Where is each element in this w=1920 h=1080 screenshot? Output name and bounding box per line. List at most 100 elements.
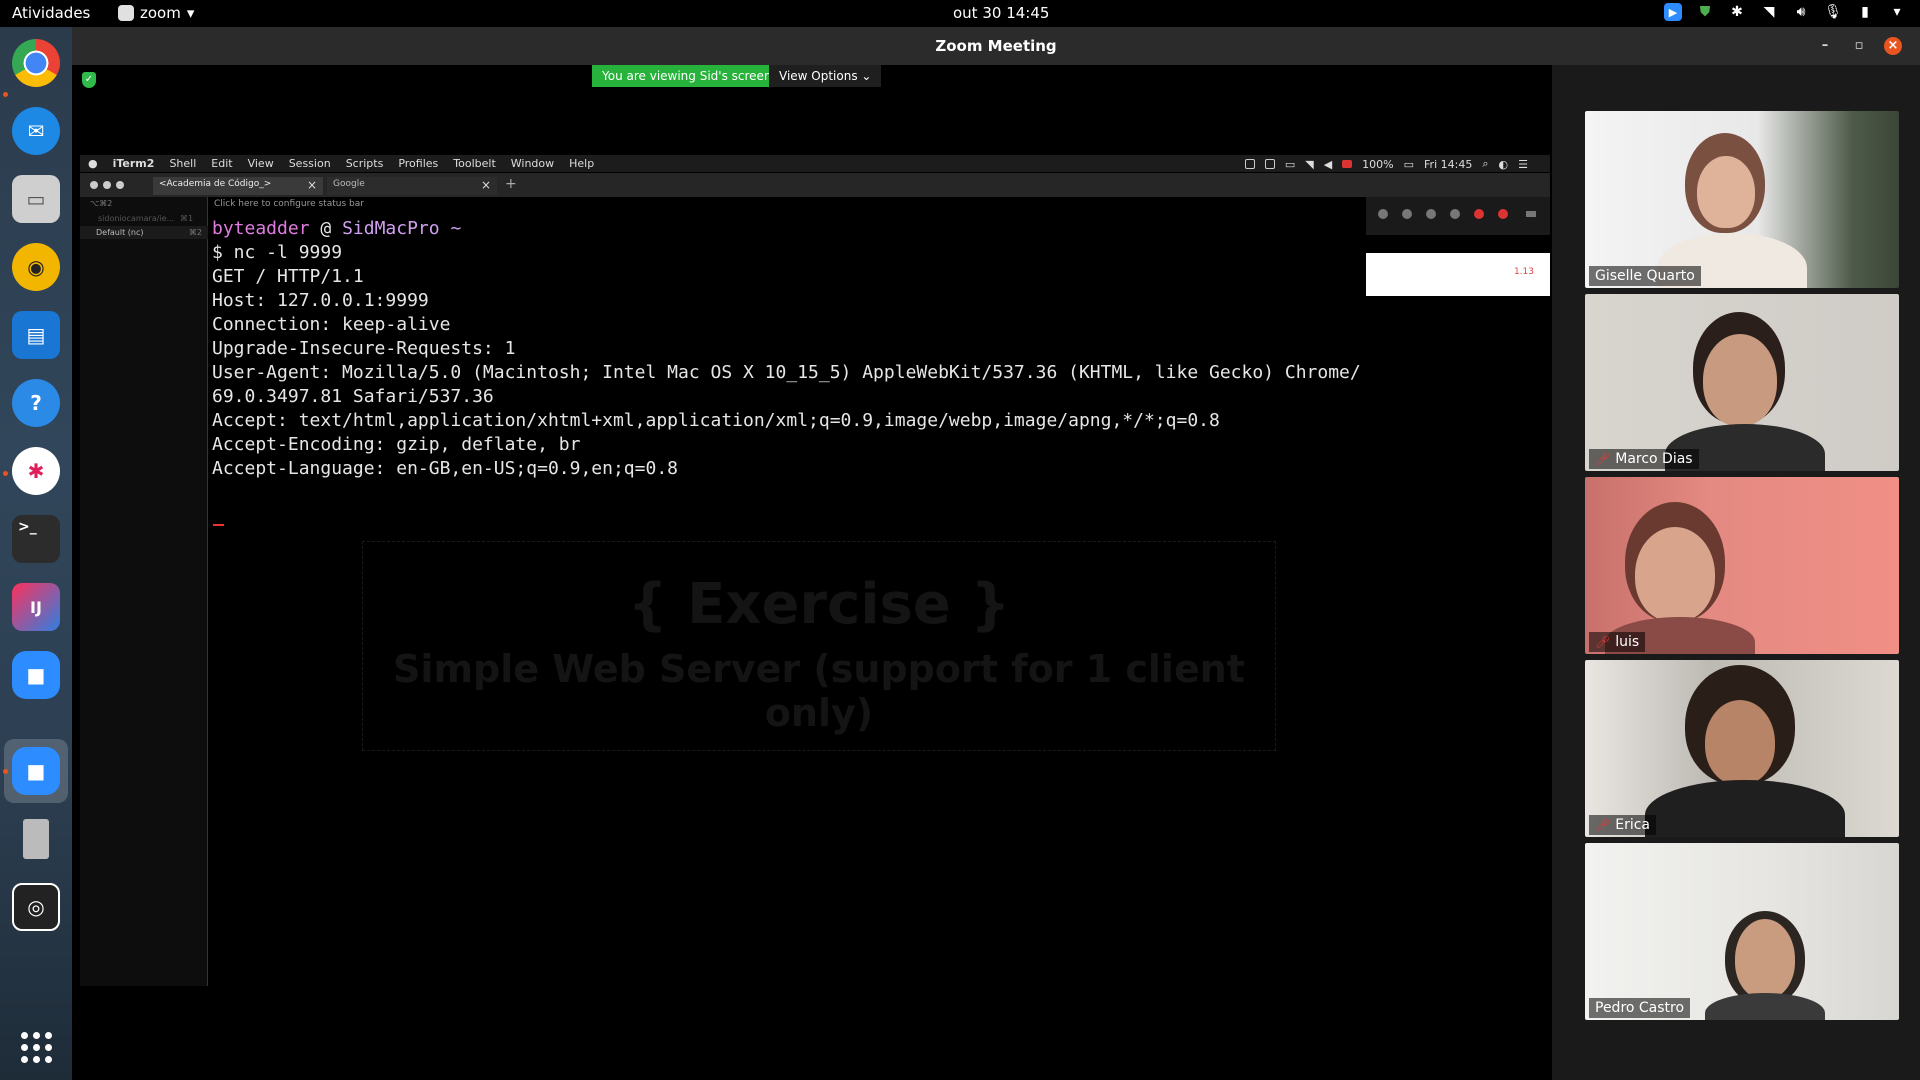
shield-tray-icon[interactable]: ⛊: [1696, 3, 1714, 21]
video-tile-giselle[interactable]: Giselle Quarto: [1585, 111, 1899, 288]
zoom-meeting-icon[interactable]: ■: [12, 747, 60, 795]
show-applications-icon[interactable]: [12, 1023, 60, 1071]
mini-panel-text: 1.13: [1513, 267, 1534, 277]
chrome-icon[interactable]: [12, 39, 60, 87]
help-icon[interactable]: ?: [12, 379, 60, 427]
muted-mic-icon: 🎤︎: [1595, 818, 1611, 832]
terminal-line: GET / HTTP/1.1: [212, 266, 364, 287]
video-tile-pedro[interactable]: Pedro Castro: [1585, 843, 1899, 1020]
alert-icon: [1474, 209, 1484, 219]
zoom-tray-icon[interactable]: ▶: [1664, 3, 1682, 21]
app-menu[interactable]: zoom ▾: [118, 4, 194, 22]
background-slide: { Exercise } Simple Web Server (support …: [362, 541, 1276, 751]
minimize-icon[interactable]: –: [1816, 37, 1834, 55]
mac-menu-shell: Shell: [169, 157, 197, 170]
participant-name-tag: 🎤︎ Marco Dias: [1589, 449, 1699, 469]
participant-face: [1635, 527, 1715, 622]
chevron-down-icon: ▾: [186, 4, 195, 22]
intellij-icon[interactable]: IJ: [12, 583, 60, 631]
mac-menu-edit: Edit: [211, 157, 233, 170]
participant-name: Pedro Castro: [1595, 1000, 1685, 1016]
terminal-line: Upgrade-Insecure-Requests: 1: [212, 338, 516, 359]
participant-face: [1697, 156, 1755, 228]
participant-name: Erica: [1615, 817, 1651, 833]
participant-face: [1705, 700, 1775, 785]
iterm-tabbar: <Academia de Código_> × Google × +: [80, 173, 1550, 197]
thunderbird-icon[interactable]: ✉: [12, 107, 60, 155]
volume-icon[interactable]: 🔊︎: [1792, 3, 1810, 21]
record-icon: [1498, 209, 1508, 219]
close-tab-icon: ×: [306, 178, 317, 192]
chevron-down-icon[interactable]: ▾: [1888, 3, 1906, 21]
system-tray: ▶ ⛊ ✱ ◥ 🔊︎ 🎙︎ ▮ ▾: [1664, 3, 1906, 21]
sidebar-profile: Default (nc): [96, 228, 144, 237]
slack-tray-icon[interactable]: ✱: [1728, 3, 1746, 21]
wifi-icon[interactable]: ◥: [1760, 3, 1778, 21]
files-icon[interactable]: ▭: [12, 175, 60, 223]
background-slide-subtitle: Simple Web Server (support for 1 client …: [393, 647, 1245, 735]
mac-status-area: ▭ ◥ ◀ 100% ▭ Fri 14:45 ⌕ ◐ ☰: [1244, 157, 1528, 171]
muted-mic-icon: 🎤︎: [1595, 452, 1611, 466]
view-options-label: View Options: [779, 69, 858, 83]
terminal-line: Accept-Encoding: gzip, deflate, br: [212, 434, 581, 455]
encryption-shield-icon[interactable]: ✓: [82, 72, 96, 88]
participant-name-tag: 🎤︎ luis: [1589, 632, 1646, 652]
chevron-down-icon: ⌄: [861, 69, 872, 83]
spotlight-icon: ⌕: [1482, 157, 1489, 170]
rhythmbox-icon[interactable]: ◉: [12, 243, 60, 291]
writer-icon[interactable]: ▤: [12, 311, 60, 359]
shared-mac-menubar: ● iTerm2 Shell Edit View Session Scripts…: [80, 155, 1550, 172]
activities-button[interactable]: Atividades: [12, 4, 90, 22]
mac-menu-profiles: Profiles: [398, 157, 439, 170]
running-indicator: [3, 769, 8, 774]
sidebar-session-kb: ⌘1: [180, 214, 194, 223]
video-tile-luis[interactable]: 🎤︎ luis: [1585, 477, 1899, 654]
gear-icon: [1450, 209, 1460, 219]
participant-name-tag: Giselle Quarto: [1589, 266, 1701, 286]
mini-toolbar: [1366, 197, 1550, 235]
system-clock[interactable]: out 30 14:45: [953, 4, 1049, 22]
control-center-icon: ☰: [1518, 157, 1528, 171]
battery-percent: 100%: [1362, 157, 1394, 171]
participant-face: [1735, 919, 1795, 999]
tab-label: Google: [333, 179, 365, 189]
mac-clock: Fri 14:45: [1424, 157, 1473, 171]
recording-icon: [1342, 160, 1353, 168]
zoom-icon[interactable]: ■: [12, 651, 60, 699]
video-tile-marco[interactable]: 🎤︎ Marco Dias: [1585, 294, 1899, 471]
airplay-icon: ▭: [1284, 157, 1296, 171]
view-options-button[interactable]: View Options ⌄: [769, 65, 882, 87]
close-icon[interactable]: ×: [1884, 37, 1902, 55]
background-slide-title: { Exercise }: [627, 572, 1011, 637]
battery-icon[interactable]: ▮: [1856, 3, 1874, 21]
slack-icon[interactable]: ✱: [12, 447, 60, 495]
muted-mic-icon: 🎤︎: [1595, 635, 1611, 649]
battery-icon: ▭: [1403, 157, 1415, 171]
terminal-output: byteadder @ SidMacPro ~ $ nc -l 9999 GET…: [212, 217, 1361, 481]
participant-name-tag: Pedro Castro: [1589, 998, 1691, 1018]
zoom-app-icon: [118, 5, 134, 21]
status-bar-hint: Click here to configure status bar: [214, 199, 364, 209]
sidebar-shortcut: ⌥⌘2: [90, 199, 113, 208]
prompt-at: @: [309, 218, 343, 239]
menu-icon: [1526, 211, 1536, 217]
status-square-icon: [1264, 159, 1275, 169]
mac-menu-iterm2: iTerm2: [112, 157, 155, 170]
zoom-window-titlebar: Zoom Meeting – ▫ ×: [72, 27, 1920, 65]
participant-name: Marco Dias: [1615, 451, 1693, 467]
terminal-icon[interactable]: >_: [12, 515, 60, 563]
usb-drive-icon[interactable]: [12, 815, 60, 863]
system-top-bar: Atividades zoom ▾ out 30 14:45 ▶ ⛊ ✱ ◥ 🔊…: [0, 0, 1920, 27]
screenshot-icon[interactable]: ◎: [12, 883, 60, 931]
close-tab-icon: ×: [480, 178, 491, 192]
tab-google: Google ×: [327, 177, 497, 195]
terminal-line: Accept-Language: en-GB,en-US;q=0.9,en;q=…: [212, 458, 678, 479]
mac-menu-session: Session: [288, 157, 331, 170]
restore-icon[interactable]: ▫: [1850, 37, 1868, 55]
apple-icon: ●: [88, 157, 98, 170]
mac-menu-help: Help: [569, 157, 595, 170]
app-menu-label: zoom: [140, 4, 181, 22]
microphone-icon[interactable]: 🎙︎: [1824, 3, 1842, 21]
filter-icon: [1378, 209, 1388, 219]
video-tile-erica[interactable]: 🎤︎ Erica: [1585, 660, 1899, 837]
